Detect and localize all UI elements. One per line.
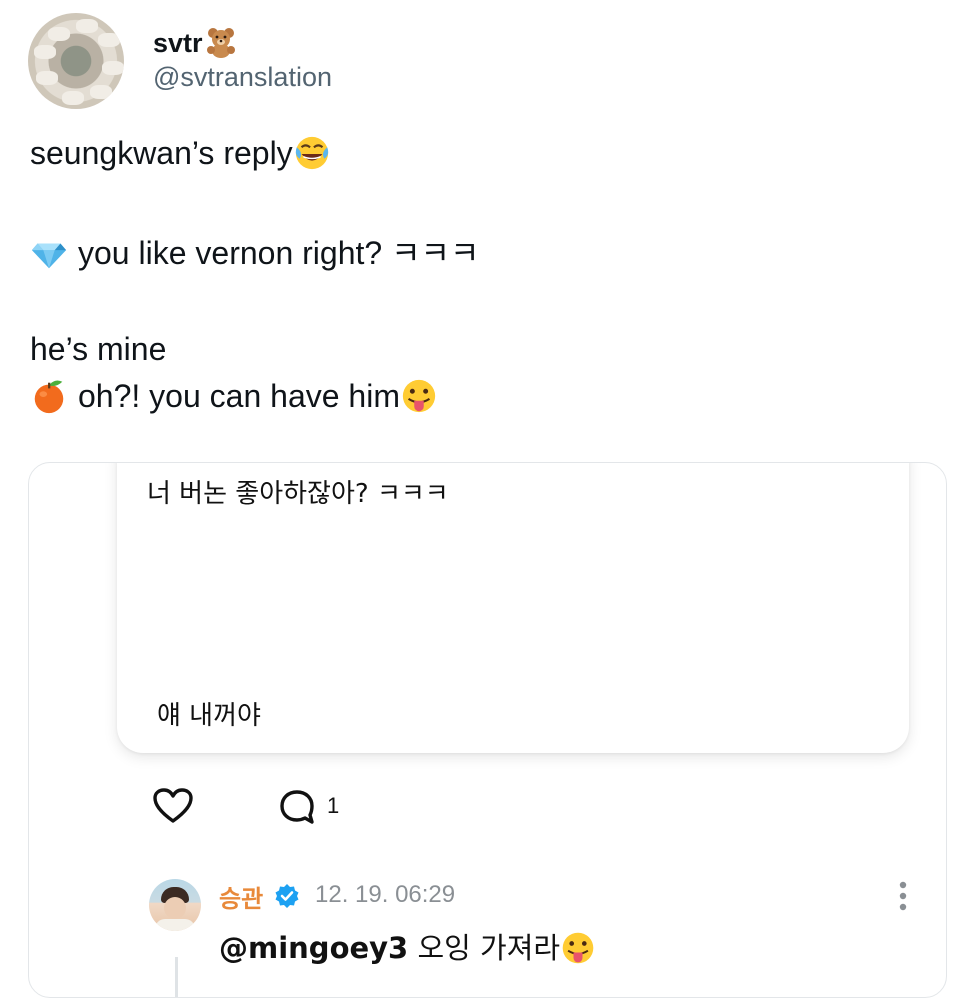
like-heart-icon[interactable]	[153, 788, 193, 824]
teddy-bear-icon	[206, 28, 235, 58]
tweet-line-2-text: you like vernon right? ㅋㅋㅋ	[78, 235, 480, 271]
display-name[interactable]: svtr	[153, 26, 237, 59]
tweet-line-1-text: seungkwan’s reply	[30, 135, 293, 171]
reply-text: @mingoey3 오잉 가져라	[219, 925, 596, 967]
message-bubble: 너 버논 좋아하잖아? ㅋㅋㅋ 얘 내꺼야	[117, 463, 909, 753]
tangerine-icon	[34, 380, 64, 414]
embedded-screenshot-card[interactable]: 너 버논 좋아하잖아? ㅋㅋㅋ 얘 내꺼야 1 승관 12. 19. 06:29…	[28, 462, 947, 998]
profile-avatar[interactable]	[28, 13, 124, 109]
comment-count: 1	[327, 793, 340, 818]
reply-author-name[interactable]: 승관	[219, 879, 263, 914]
reply-timestamp: 12. 19. 06:29	[315, 881, 456, 908]
reply-mention[interactable]: @mingoey3	[219, 931, 408, 965]
more-options-icon[interactable]	[891, 879, 915, 913]
face-with-tongue-icon	[402, 379, 436, 413]
bubble-line-2: 얘 내꺼야	[157, 701, 261, 731]
tweet-line-4-text: oh?! you can have him	[78, 378, 400, 414]
tweet-line-3: he’s mine	[30, 331, 167, 367]
comment-bubble-icon[interactable]	[279, 789, 315, 825]
user-handle[interactable]: @svtranslation	[153, 62, 332, 93]
display-name-text: svtr	[153, 28, 203, 58]
thread-line	[175, 957, 178, 997]
tweet-line-4: oh?! you can have him	[30, 377, 438, 415]
face-with-tongue-icon	[562, 932, 594, 964]
tweet-line-1: seungkwan’s reply	[30, 134, 331, 172]
gem-stone-icon	[31, 243, 67, 269]
bubble-line-1: 너 버논 좋아하잖아? ㅋㅋㅋ	[147, 479, 449, 509]
reply-avatar[interactable]	[149, 879, 201, 931]
face-with-tears-of-joy-icon	[295, 136, 328, 170]
verified-badge-icon	[275, 884, 299, 908]
tweet-line-2: you like vernon right? ㅋㅋㅋ	[30, 234, 479, 272]
reply-message: 오잉 가져라	[417, 931, 561, 965]
